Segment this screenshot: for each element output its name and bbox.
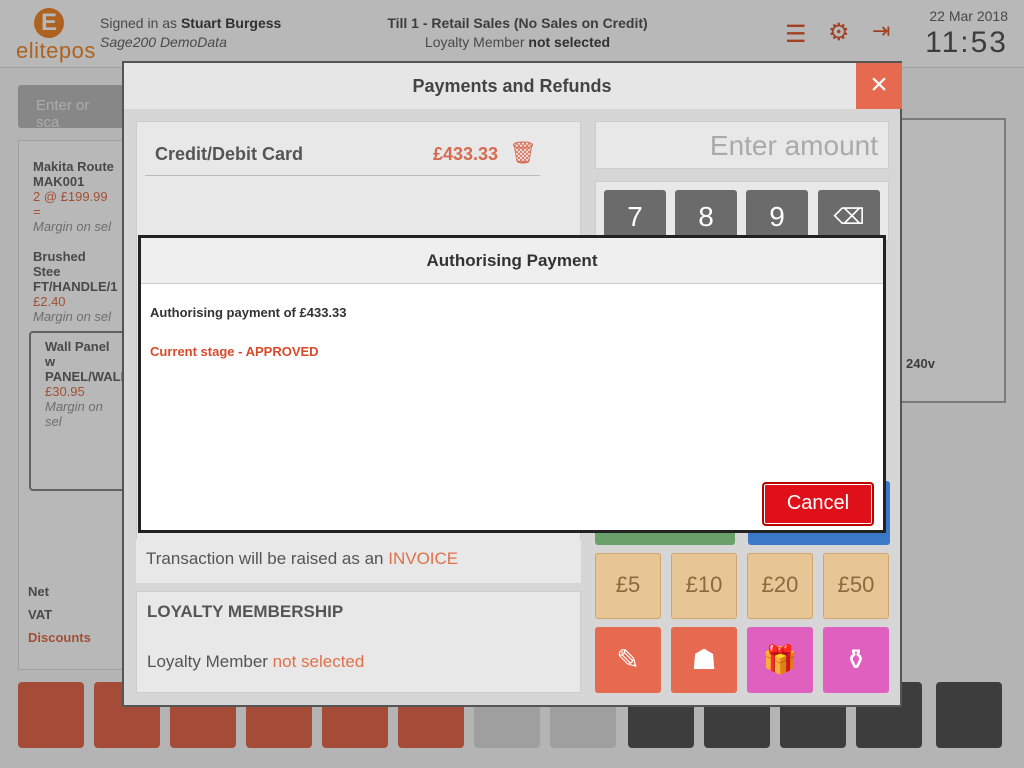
loyalty-line: Loyalty Member not selected — [147, 652, 364, 672]
invoice-text: Transaction will be raised as an — [146, 549, 384, 568]
cash-50-button[interactable]: £50 — [823, 553, 889, 619]
loyalty-title: LOYALTY MEMBERSHIP — [147, 602, 344, 621]
payments-title: Payments and Refunds — [124, 63, 900, 109]
cash-5-button[interactable]: £5 — [595, 553, 661, 619]
invoice-word: INVOICE — [388, 549, 459, 568]
authorising-dialog: Authorising Payment Authorising payment … — [138, 235, 886, 533]
current-stage: Current stage - APPROVED — [150, 344, 319, 359]
cancel-button[interactable]: Cancel — [762, 482, 874, 526]
authorising-message: Authorising payment of £433.33 — [150, 305, 347, 320]
cash-20-button[interactable]: £20 — [747, 553, 813, 619]
loyalty-value: not selected — [272, 652, 365, 671]
trash-icon[interactable]: 🗑 — [509, 140, 537, 166]
close-button[interactable]: × — [856, 63, 902, 109]
payment-method: Credit/Debit Card — [155, 144, 304, 164]
account-icon[interactable]: ☗ — [671, 627, 737, 693]
amount-input[interactable]: Enter amount — [595, 121, 889, 169]
cheque-icon[interactable]: ✎ — [595, 627, 661, 693]
payment-line[interactable]: Credit/Debit Card £433.33 🗑 — [145, 138, 540, 176]
loyalty-label: Loyalty Member — [147, 652, 268, 671]
cash-10-button[interactable]: £10 — [671, 553, 737, 619]
invoice-notice: Transaction will be raised as an INVOICE — [136, 539, 581, 583]
loyalty-pot-icon[interactable]: ⚱ — [823, 627, 889, 693]
gift-card-icon[interactable]: 🎁 — [747, 627, 813, 693]
loyalty-card: LOYALTY MEMBERSHIP Loyalty Member not se… — [136, 591, 581, 693]
dialog-title: Authorising Payment — [141, 238, 883, 284]
pos-screen: E elitepos Signed in as Stuart Burgess S… — [0, 0, 1024, 768]
payment-amount: £433.33 — [433, 144, 499, 164]
keypad: 7 8 9 ⌫ — [595, 181, 889, 244]
